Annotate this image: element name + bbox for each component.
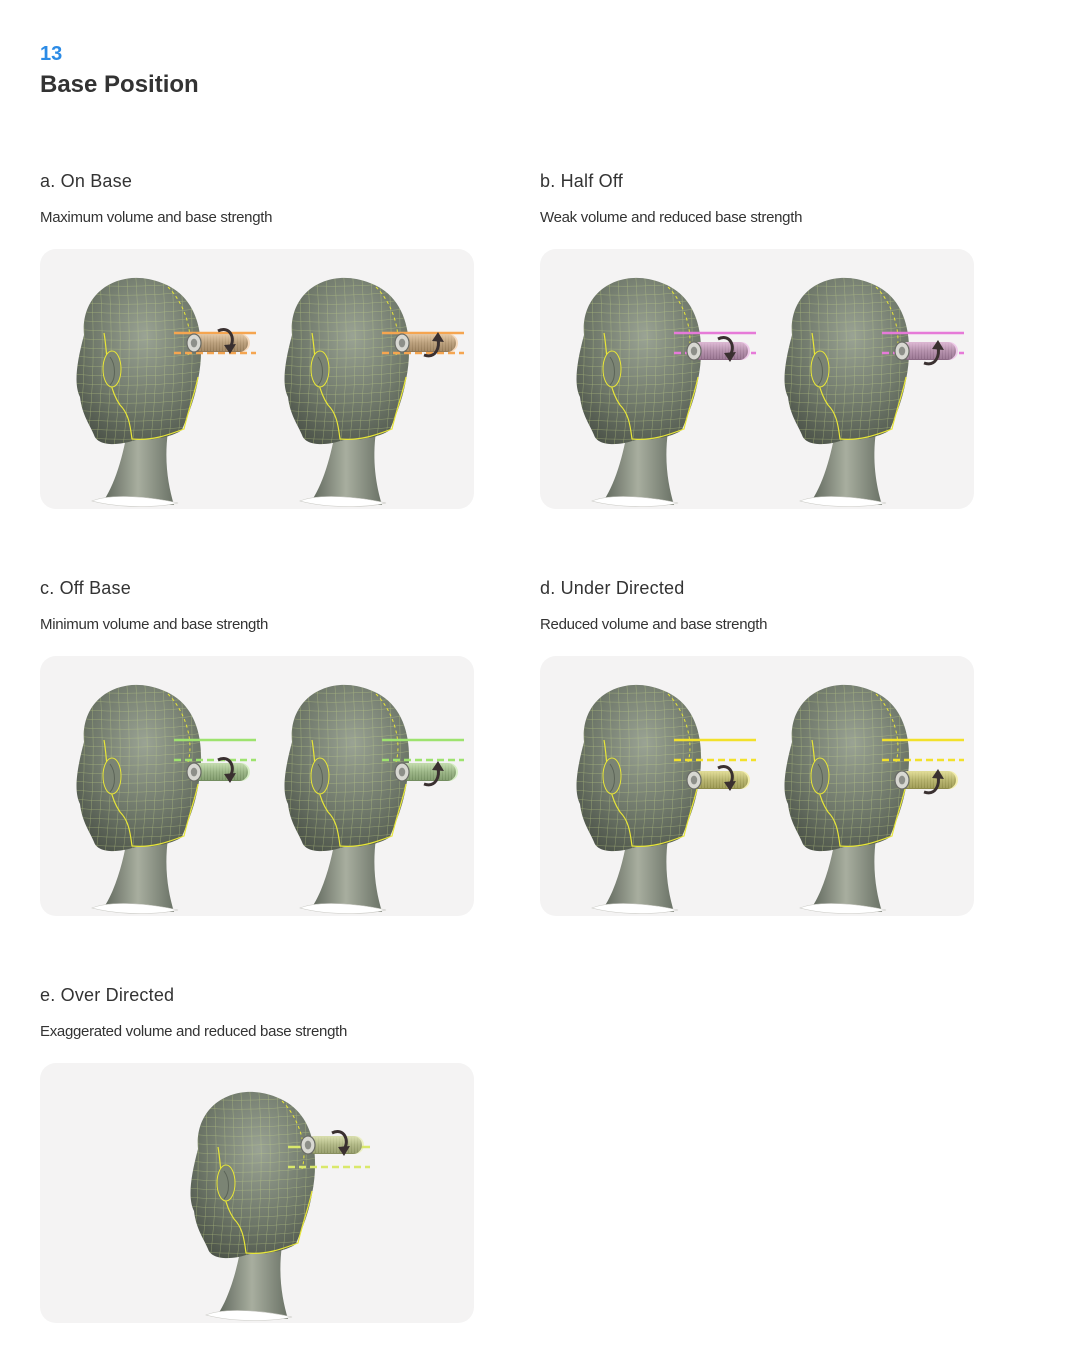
off-base-illustration <box>76 684 464 914</box>
page-number: 13 <box>40 43 63 65</box>
section-under-directed: d. Under Directed Reduced volume and bas… <box>540 577 974 916</box>
section-title: c. Off Base <box>40 578 131 598</box>
section-over-directed: e. Over Directed Exaggerated volume and … <box>40 984 474 1323</box>
section-title: b. Half Off <box>540 171 623 191</box>
mannequin-head <box>76 277 256 507</box>
section-description: Minimum volume and base strength <box>40 616 269 633</box>
half-off-illustration <box>576 277 964 507</box>
on-base-illustration <box>76 277 464 507</box>
mannequin-head <box>76 684 256 914</box>
illustration-panel <box>540 249 974 509</box>
mannequin-head <box>784 277 964 507</box>
mannequin-head <box>190 1091 370 1321</box>
section-title: e. Over Directed <box>40 985 175 1005</box>
mannequin-head <box>784 684 964 914</box>
curler-core <box>398 338 406 348</box>
section-description: Reduced volume and base strength <box>540 616 768 633</box>
section-on-base: a. On Base Maximum volume and base stren… <box>40 170 474 509</box>
mannequin-head <box>284 684 464 914</box>
curler-core <box>304 1140 312 1150</box>
curler-core <box>190 767 198 777</box>
illustration-panel <box>540 656 974 916</box>
curler-core <box>190 338 198 348</box>
over-directed-illustration <box>190 1091 370 1321</box>
illustration-panel <box>40 249 474 509</box>
curler-core <box>898 775 906 785</box>
mannequin-head <box>576 684 756 914</box>
section-half-off: b. Half Off Weak volume and reduced base… <box>540 170 974 509</box>
illustration-panel <box>40 656 474 916</box>
mannequin-head <box>284 277 464 507</box>
section-off-base: c. Off Base Minimum volume and base stre… <box>40 577 474 916</box>
curler-core <box>898 346 906 356</box>
section-description: Weak volume and reduced base strength <box>540 209 803 226</box>
section-title: a. On Base <box>40 171 133 191</box>
section-title: d. Under Directed <box>540 578 685 598</box>
curler-core <box>690 346 698 356</box>
section-description: Maximum volume and base strength <box>40 209 273 226</box>
under-directed-illustration <box>576 684 964 914</box>
illustration-panel <box>40 1063 474 1323</box>
page-title: Base Position <box>40 71 199 98</box>
curler-core <box>398 767 406 777</box>
curler-core <box>690 775 698 785</box>
mannequin-head <box>576 277 756 507</box>
section-description: Exaggerated volume and reduced base stre… <box>40 1023 348 1040</box>
